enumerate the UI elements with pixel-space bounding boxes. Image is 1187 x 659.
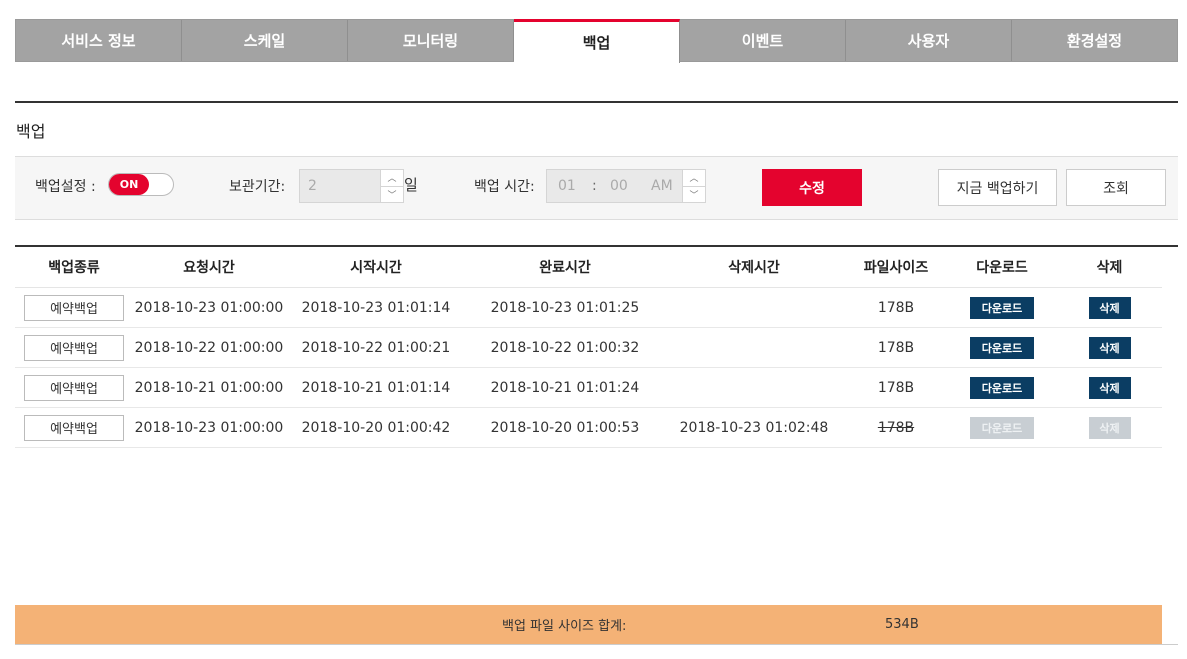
delete-button-disabled: 삭제 — [1088, 416, 1131, 439]
header-delete: 삭제 — [1096, 259, 1123, 276]
chevron-down-icon[interactable]: ﹀ — [683, 187, 705, 203]
download-cell: 다운로드 — [947, 336, 1057, 359]
backup-type-button[interactable]: 예약백업 — [24, 294, 124, 321]
backup-table: 백업종류 요청시간 시작시간 완료시간 삭제시간 파일사이즈 다운로드 삭제 예… — [15, 246, 1162, 448]
completed-cell: 2018-10-21 01:01:24 — [490, 379, 640, 396]
requested-cell: 2018-10-23 01:00:00 — [134, 299, 284, 316]
section-divider — [15, 101, 1178, 103]
backup-toggle[interactable]: ON — [108, 173, 174, 196]
deleted-cell: 2018-10-23 01:02:48 — [679, 419, 829, 436]
tab-users[interactable]: 사용자 — [846, 20, 1012, 61]
hour-value[interactable]: 01 — [558, 178, 576, 194]
header-size: 파일사이즈 — [863, 259, 929, 276]
requested-cell: 2018-10-21 01:00:00 — [134, 379, 284, 396]
tab-settings[interactable]: 환경설정 — [1012, 20, 1177, 61]
download-button-disabled: 다운로드 — [970, 416, 1034, 439]
header-requested: 요청시간 — [183, 259, 235, 276]
download-button[interactable]: 다운로드 — [970, 336, 1034, 359]
retention-label: 보관기간: — [229, 179, 286, 195]
total-size-value: 534B — [885, 617, 919, 632]
page-title: 백업 — [16, 122, 46, 141]
started-cell: 2018-10-23 01:01:14 — [301, 299, 451, 316]
total-size-label: 백업 파일 사이즈 합계: — [502, 619, 627, 634]
tab-monitoring[interactable]: 모니터링 — [348, 20, 514, 61]
delete-cell: 삭제 — [1057, 296, 1162, 319]
delete-button[interactable]: 삭제 — [1088, 296, 1131, 319]
started-cell: 2018-10-22 01:00:21 — [301, 339, 451, 356]
tab-events[interactable]: 이벤트 — [680, 20, 846, 61]
chevron-up-icon[interactable]: ︿ — [683, 170, 705, 187]
requested-cell: 2018-10-22 01:00:00 — [134, 339, 284, 356]
header-completed: 완료시간 — [539, 259, 591, 276]
size-cell: 178B — [877, 379, 915, 396]
header-type: 백업종류 — [48, 259, 100, 276]
completed-cell: 2018-10-22 01:00:32 — [490, 339, 640, 356]
size-cell: 178B — [877, 299, 915, 316]
table-row: 예약백업 2018-10-21 01:00:00 2018-10-21 01:0… — [15, 368, 1162, 408]
tab-service-info[interactable]: 서비스 정보 — [16, 20, 182, 61]
time-stepper[interactable]: ︿ ﹀ — [682, 169, 706, 203]
started-cell: 2018-10-20 01:00:42 — [301, 419, 451, 436]
backup-settings-bar: 백업설정 : ON 보관기간: 2 ︿ ﹀ 일 백업 시간: 01 : 00 A… — [15, 156, 1178, 220]
started-cell: 2018-10-21 01:01:14 — [301, 379, 451, 396]
table-row: 예약백업 2018-10-22 01:00:00 2018-10-22 01:0… — [15, 328, 1162, 368]
table-header: 백업종류 요청시간 시작시간 완료시간 삭제시간 파일사이즈 다운로드 삭제 — [15, 246, 1162, 288]
requested-cell: 2018-10-23 01:00:00 — [134, 419, 284, 436]
bottom-divider — [15, 644, 1178, 645]
header-download: 다운로드 — [976, 259, 1028, 276]
completed-cell: 2018-10-20 01:00:53 — [490, 419, 640, 436]
delete-cell: 삭제 — [1057, 376, 1162, 399]
download-cell: 다운로드 — [947, 296, 1057, 319]
table-row: 예약백업 2018-10-23 01:00:00 2018-10-20 01:0… — [15, 408, 1162, 448]
type-cell: 예약백업 — [15, 334, 133, 361]
backup-now-button[interactable]: 지금 백업하기 — [938, 169, 1057, 206]
completed-cell: 2018-10-23 01:01:25 — [490, 299, 640, 316]
backup-time-label: 백업 시간: — [474, 179, 535, 195]
backup-type-button[interactable]: 예약백업 — [24, 414, 124, 441]
backup-setting-label: 백업설정 : — [35, 179, 96, 195]
time-colon: : — [592, 178, 597, 194]
download-cell: 다운로드 — [947, 416, 1057, 439]
chevron-up-icon[interactable]: ︿ — [381, 170, 403, 187]
retention-input[interactable]: 2 — [299, 169, 381, 203]
ampm-value[interactable]: AM — [651, 178, 673, 194]
backup-type-button[interactable]: 예약백업 — [24, 334, 124, 361]
header-deleted: 삭제시간 — [728, 259, 780, 276]
download-button[interactable]: 다운로드 — [970, 376, 1034, 399]
query-button[interactable]: 조회 — [1066, 169, 1166, 206]
retention-stepper[interactable]: ︿ ﹀ — [380, 169, 404, 203]
backup-time-input[interactable]: 01 : 00 AM — [546, 169, 683, 203]
tab-scale[interactable]: 스케일 — [182, 20, 348, 61]
delete-button[interactable]: 삭제 — [1088, 336, 1131, 359]
minute-value[interactable]: 00 — [610, 178, 628, 194]
retention-unit: 일 — [404, 176, 418, 194]
type-cell: 예약백업 — [15, 374, 133, 401]
type-cell: 예약백업 — [15, 294, 133, 321]
delete-button[interactable]: 삭제 — [1088, 376, 1131, 399]
chevron-down-icon[interactable]: ﹀ — [381, 187, 403, 203]
backup-type-button[interactable]: 예약백업 — [24, 374, 124, 401]
type-cell: 예약백업 — [15, 414, 133, 441]
delete-cell: 삭제 — [1057, 336, 1162, 359]
toggle-on-label: ON — [109, 174, 149, 195]
download-button[interactable]: 다운로드 — [970, 296, 1034, 319]
tab-backup[interactable]: 백업 — [514, 19, 680, 63]
size-cell: 178B — [877, 419, 915, 436]
total-size-bar: 백업 파일 사이즈 합계: 534B — [15, 605, 1162, 644]
download-cell: 다운로드 — [947, 376, 1057, 399]
header-started: 시작시간 — [350, 259, 402, 276]
table-row: 예약백업 2018-10-23 01:00:00 2018-10-23 01:0… — [15, 288, 1162, 328]
modify-button[interactable]: 수정 — [762, 169, 862, 206]
tab-bar: 서비스 정보 스케일 모니터링 백업 이벤트 사용자 환경설정 — [15, 19, 1178, 63]
size-cell: 178B — [877, 339, 915, 356]
delete-cell: 삭제 — [1057, 416, 1162, 439]
